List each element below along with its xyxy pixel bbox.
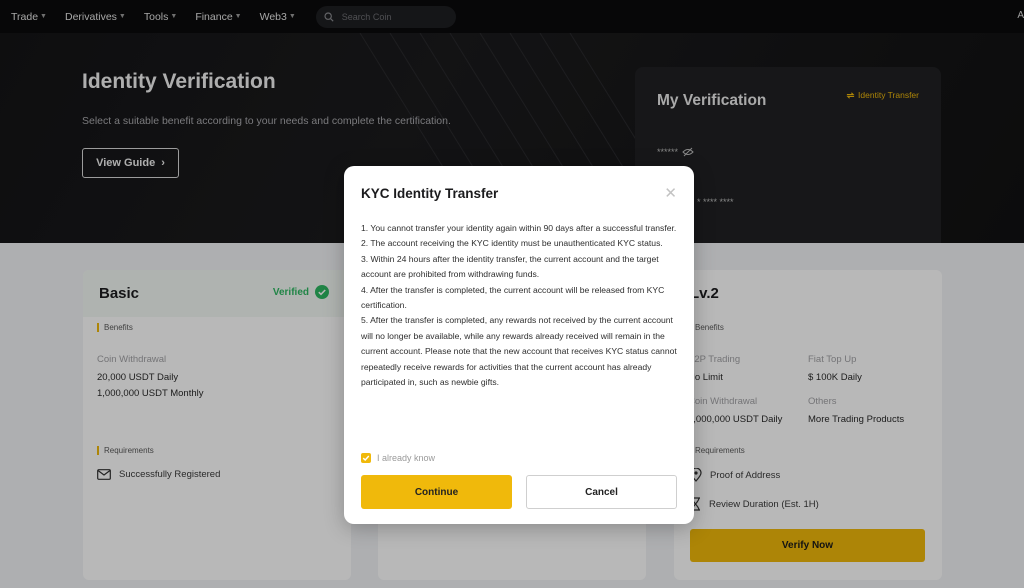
- check-icon: [362, 455, 370, 461]
- rule-item: 5. After the transfer is completed, any …: [361, 315, 677, 388]
- rule-item: 4. After the transfer is completed, the …: [361, 284, 665, 311]
- acknowledge-row[interactable]: I already know: [361, 453, 435, 463]
- rule-item: 3. Within 24 hours after the identity tr…: [361, 253, 659, 280]
- kyc-transfer-modal: KYC Identity Transfer ✕ 1. You cannot tr…: [344, 166, 694, 524]
- rule-item: 2. The account receiving the KYC identit…: [361, 238, 663, 249]
- close-icon[interactable]: ✕: [664, 184, 677, 202]
- continue-button[interactable]: Continue: [361, 475, 512, 509]
- rule-item: 1. You cannot transfer your identity aga…: [361, 223, 677, 233]
- acknowledge-label: I already know: [377, 453, 436, 463]
- acknowledge-checkbox[interactable]: [361, 453, 371, 463]
- modal-title: KYC Identity Transfer: [361, 186, 499, 201]
- cancel-button[interactable]: Cancel: [526, 475, 677, 509]
- modal-rules: 1. You cannot transfer your identity aga…: [361, 221, 679, 390]
